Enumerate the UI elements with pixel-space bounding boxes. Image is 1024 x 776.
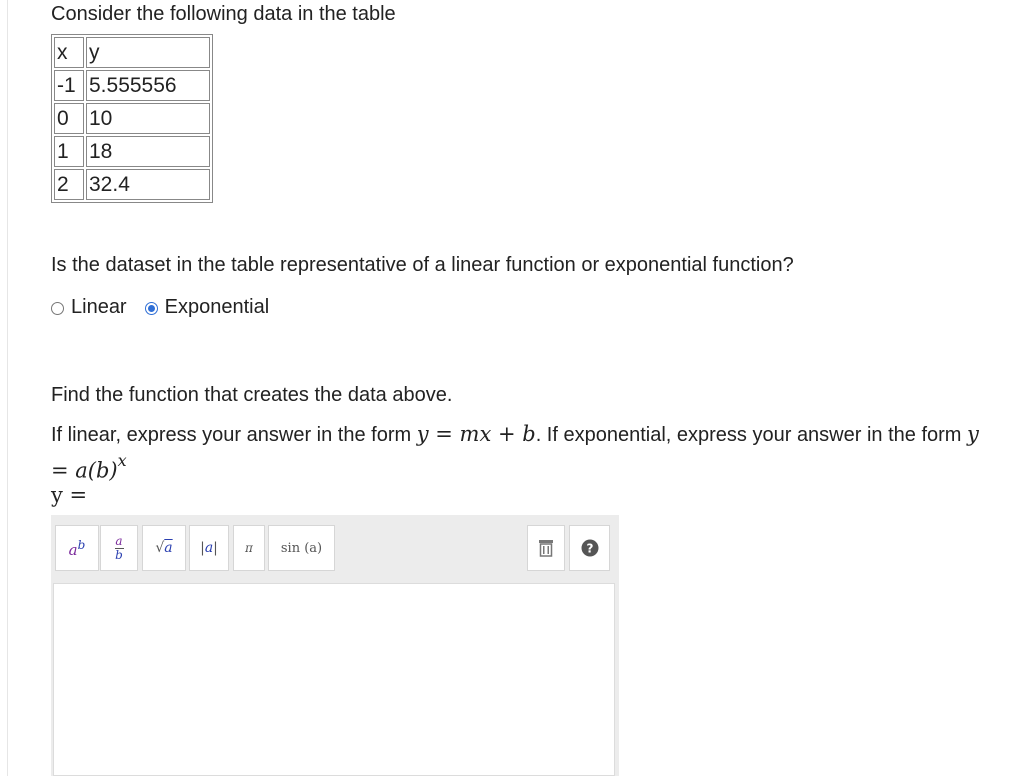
help-button[interactable]: ? bbox=[569, 525, 610, 571]
fraction-icon: ab bbox=[114, 533, 124, 562]
option-linear-label: Linear bbox=[71, 295, 127, 318]
function-type-question: Is the dataset in the table representati… bbox=[51, 254, 794, 276]
pi-button[interactable]: π bbox=[233, 525, 265, 571]
table-header-row: x y bbox=[54, 37, 210, 68]
sqrt-icon: √a bbox=[155, 540, 173, 556]
trash-icon bbox=[539, 540, 553, 557]
instructions-part2: . If exponential, express your answer in… bbox=[535, 424, 968, 446]
instructions-part1: If linear, express your answer in the fo… bbox=[51, 424, 417, 446]
help-icon: ? bbox=[581, 539, 598, 557]
table-cell-x: 0 bbox=[54, 103, 84, 134]
table-row: -1 5.555556 bbox=[54, 70, 210, 101]
question-intro: Consider the following data in the table bbox=[51, 3, 396, 25]
answer-instructions: If linear, express your answer in the fo… bbox=[51, 419, 981, 487]
math-editor: ab ab √a |a| π sin (a) ? bbox=[51, 515, 619, 776]
table-row: 2 32.4 bbox=[54, 169, 210, 200]
math-toolbar: ab ab √a |a| π sin (a) ? bbox=[51, 515, 619, 583]
radio-linear[interactable] bbox=[51, 301, 64, 315]
table-cell-x: -1 bbox=[54, 70, 84, 101]
sin-button[interactable]: sin (a) bbox=[268, 525, 335, 571]
power-button[interactable]: ab bbox=[55, 525, 99, 571]
pi-icon: π bbox=[245, 541, 253, 555]
radio-exponential[interactable] bbox=[144, 301, 158, 315]
table-cell-x: 2 bbox=[54, 169, 84, 200]
table-header-y: y bbox=[86, 37, 210, 68]
fraction-button[interactable]: ab bbox=[100, 525, 138, 571]
table-header-x: x bbox=[54, 37, 84, 68]
option-exponential-label: Exponential bbox=[164, 295, 270, 318]
left-border bbox=[7, 0, 8, 776]
data-table: x y -1 5.555556 0 10 1 18 2 32.4 bbox=[51, 34, 213, 203]
table-row: 1 18 bbox=[54, 136, 210, 167]
sqrt-button[interactable]: √a bbox=[142, 525, 186, 571]
linear-form: y = mx + b bbox=[416, 422, 536, 446]
answer-label: y = bbox=[51, 483, 88, 507]
svg-text:?: ? bbox=[586, 542, 593, 556]
option-exponential[interactable]: Exponential bbox=[144, 295, 270, 319]
exponential-form-exponent: x bbox=[117, 451, 127, 470]
table-cell-x: 1 bbox=[54, 136, 84, 167]
power-icon: ab bbox=[68, 537, 86, 559]
answer-input[interactable] bbox=[53, 583, 615, 776]
option-linear[interactable]: Linear bbox=[51, 296, 127, 319]
table-row: 0 10 bbox=[54, 103, 210, 134]
abs-icon: |a| bbox=[200, 540, 218, 556]
clear-button[interactable] bbox=[527, 525, 565, 571]
abs-button[interactable]: |a| bbox=[189, 525, 229, 571]
table-cell-y: 18 bbox=[86, 136, 210, 167]
function-type-options: Linear Exponential bbox=[51, 294, 287, 320]
table-cell-y: 5.555556 bbox=[86, 70, 210, 101]
table-cell-y: 10 bbox=[86, 103, 210, 134]
table-cell-y: 32.4 bbox=[86, 169, 210, 200]
sin-label: sin (a) bbox=[280, 540, 323, 556]
find-function-prompt: Find the function that creates the data … bbox=[51, 384, 453, 406]
